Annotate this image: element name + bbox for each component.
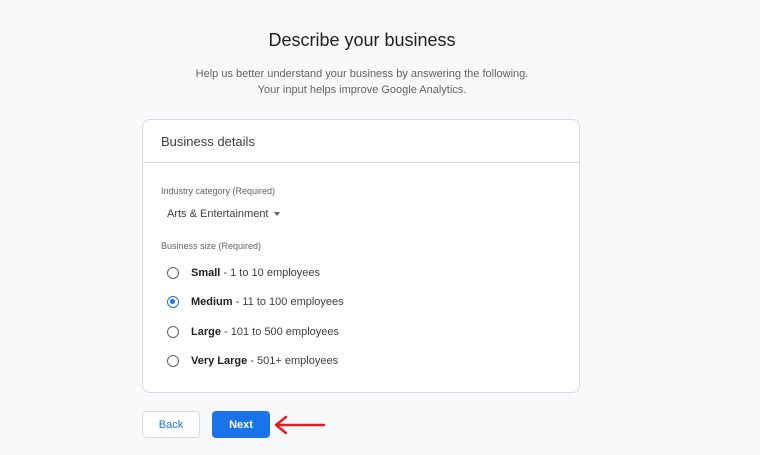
page-subtitle: Help us better understand your business … [0,66,724,98]
radio-button[interactable] [167,355,179,367]
next-button[interactable]: Next [212,411,270,438]
radio-option-large[interactable]: Large - 101 to 500 employees [167,326,339,338]
business-size-label: Business size (Required) [161,241,262,251]
industry-category-label: Industry category (Required) [161,186,276,196]
red-arrow-icon [274,415,326,435]
radio-button-selected[interactable] [167,296,179,308]
radio-button[interactable] [167,267,179,279]
subtitle-line-1: Help us better understand your business … [195,68,529,80]
caret-down-icon [273,212,280,216]
radio-label: Large - 101 to 500 employees [191,326,339,338]
radio-label: Medium - 11 to 100 employees [191,296,344,308]
card-title: Business details [143,120,579,163]
page-title: Describe your business [268,30,456,50]
radio-button[interactable] [167,326,179,338]
radio-label: Very Large - 501+ employees [191,355,339,367]
radio-option-medium[interactable]: Medium - 11 to 100 employees [167,296,344,308]
radio-label: Small - 1 to 10 employees [191,267,321,279]
radio-option-small[interactable]: Small - 1 to 10 employees [167,267,320,279]
radio-option-very-large[interactable]: Very Large - 501+ employees [167,355,338,367]
industry-category-dropdown[interactable]: Arts & Entertainment [167,208,280,220]
subtitle-line-2: Your input helps improve Google Analytic… [257,84,467,96]
industry-category-value: Arts & Entertainment [167,208,269,220]
business-details-card: Business details Industry category (Requ… [142,119,580,393]
back-button[interactable]: Back [142,411,200,438]
